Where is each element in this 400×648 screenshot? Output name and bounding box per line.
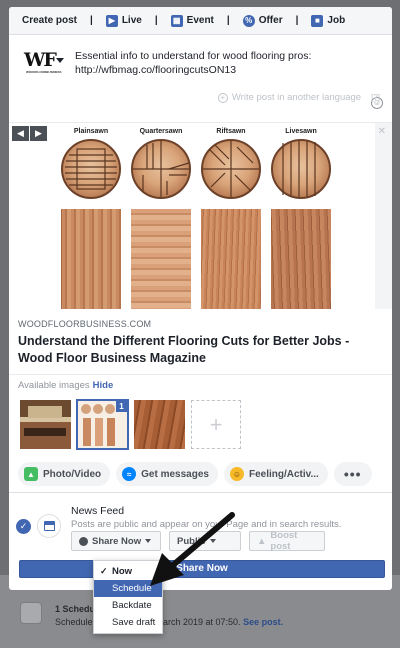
feeling-icon: ☺ xyxy=(229,467,244,481)
briefcase-icon: ■ xyxy=(311,14,324,27)
log-crosscut-plainsawn xyxy=(61,139,121,199)
publish-options-row: Share Now Public ▲ Boost post xyxy=(71,530,325,552)
feeling-activity-button[interactable]: ☺ Feeling/Activ... xyxy=(223,462,328,486)
boost-post-button[interactable]: ▲ Boost post xyxy=(249,530,325,552)
menu-item-backdate[interactable]: Backdate xyxy=(94,597,162,614)
section-divider xyxy=(9,492,392,493)
scheduled-date: 8 March 2019 at 07:50. See post. xyxy=(148,617,284,627)
megaphone-icon: ▲ xyxy=(257,535,267,547)
thumbnail-kitchen[interactable] xyxy=(20,400,71,449)
get-messages-button[interactable]: ≈ Get messages xyxy=(116,462,218,486)
clock-icon xyxy=(79,536,88,546)
news-feed-checkbox[interactable]: ✓ xyxy=(16,519,31,534)
selected-count-badge: 1 xyxy=(116,401,127,412)
cut-label-plainsawn: Plainsawn xyxy=(73,128,109,135)
messenger-icon: ≈ xyxy=(122,467,137,481)
tab-offer[interactable]: % Offer xyxy=(242,14,283,27)
log-crosscut-riftsawn xyxy=(201,139,261,199)
plank-plainsawn xyxy=(61,209,121,309)
composer-actions: ▲ Photo/Video ≈ Get messages ☺ Feeling/Acti… xyxy=(18,462,372,486)
menu-item-save-draft[interactable]: Save draft xyxy=(94,614,162,631)
offer-icon: % xyxy=(242,14,255,27)
see-post-link[interactable]: See post. xyxy=(243,617,283,627)
tab-create-post[interactable]: Create post xyxy=(22,15,77,26)
chevron-down-icon[interactable] xyxy=(56,58,64,63)
log-crosscut-quartersawn xyxy=(131,139,191,199)
chevron-down-icon xyxy=(145,539,152,543)
chevron-down-icon xyxy=(209,539,216,543)
plus-circle-icon: + xyxy=(217,92,228,103)
cut-label-quartersawn: Quartersawn xyxy=(139,128,183,135)
news-feed-description: Posts are public and appear on your Page… xyxy=(71,519,342,530)
create-post-dialog: Create post | ▶ Live | ▦ Event | % Offer | … xyxy=(9,7,392,590)
write-another-language-link[interactable]: + Write post in another language [?] xyxy=(217,92,380,103)
plank-riftsawn xyxy=(201,209,261,309)
log-crosscut-livesawn xyxy=(271,139,331,199)
carousel-nav: ◀ ▶ xyxy=(12,126,47,141)
tab-divider: | xyxy=(154,15,158,26)
link-preview-image: ◀ ▶ ✕ Plainsawn Quartersawn Riftsawn Liv… xyxy=(9,122,392,309)
image-thumbnails: 1 + xyxy=(20,399,241,450)
photo-video-button[interactable]: ▲ Photo/Video xyxy=(18,462,111,486)
tab-divider: | xyxy=(226,15,230,26)
news-feed-title: News Feed xyxy=(71,505,125,517)
video-icon: ▶ xyxy=(105,14,118,27)
calendar-icon: ▦ xyxy=(170,14,183,27)
news-feed-icon xyxy=(37,514,61,538)
tab-divider: | xyxy=(90,15,93,26)
thumbnail-flooring-cuts[interactable]: 1 xyxy=(76,399,129,450)
audience-dropdown[interactable]: Public xyxy=(169,531,241,551)
cut-label-riftsawn: Riftsawn xyxy=(216,128,246,135)
tab-job[interactable]: ■ Job xyxy=(311,14,345,27)
share-now-dropdown[interactable]: Share Now xyxy=(71,531,161,551)
scheduled-prefix: Schedule xyxy=(55,617,93,627)
thumbnail-wood-floor[interactable] xyxy=(134,400,185,449)
cut-label-livesawn: Livesawn xyxy=(285,128,317,135)
menu-item-now[interactable]: Now xyxy=(94,563,162,580)
close-icon[interactable]: ✕ xyxy=(378,126,386,137)
preview-right-panel xyxy=(375,123,392,309)
tab-live[interactable]: ▶ Live xyxy=(105,14,142,27)
share-now-button[interactable]: Share Now xyxy=(19,560,385,578)
post-text-input[interactable]: Essential info to understand for wood fl… xyxy=(75,49,355,77)
more-options-button[interactable]: ••• xyxy=(333,462,372,486)
tab-divider: | xyxy=(295,15,299,26)
scheduled-clock-icon xyxy=(20,602,42,624)
menu-item-schedule[interactable]: Schedule xyxy=(94,580,162,597)
plank-quartersawn xyxy=(131,209,191,309)
prev-image-button[interactable]: ◀ xyxy=(12,126,29,141)
plank-livesawn xyxy=(271,209,331,309)
share-options-menu: Now Schedule Backdate Save draft xyxy=(93,560,163,634)
help-link[interactable]: [?] xyxy=(371,93,380,102)
link-title[interactable]: Understand the Different Flooring Cuts f… xyxy=(18,333,383,367)
available-images-header: Available images Hide xyxy=(18,380,114,391)
photo-icon: ▲ xyxy=(24,467,38,481)
post-type-tabs: Create post | ▶ Live | ▦ Event | % Offer | … xyxy=(9,7,392,35)
tab-event[interactable]: ▦ Event xyxy=(170,14,214,27)
page-avatar-logo[interactable]: WF WOODFLOORBUSINESS xyxy=(24,49,62,75)
link-domain: WOODFLOORBUSINESS.COM xyxy=(18,319,152,329)
add-image-button[interactable]: + xyxy=(191,400,241,449)
hide-images-link[interactable]: Hide xyxy=(93,380,114,391)
next-image-button[interactable]: ▶ xyxy=(30,126,47,141)
link-preview-meta[interactable]: WOODFLOORBUSINESS.COM Understand the Dif… xyxy=(9,309,392,375)
